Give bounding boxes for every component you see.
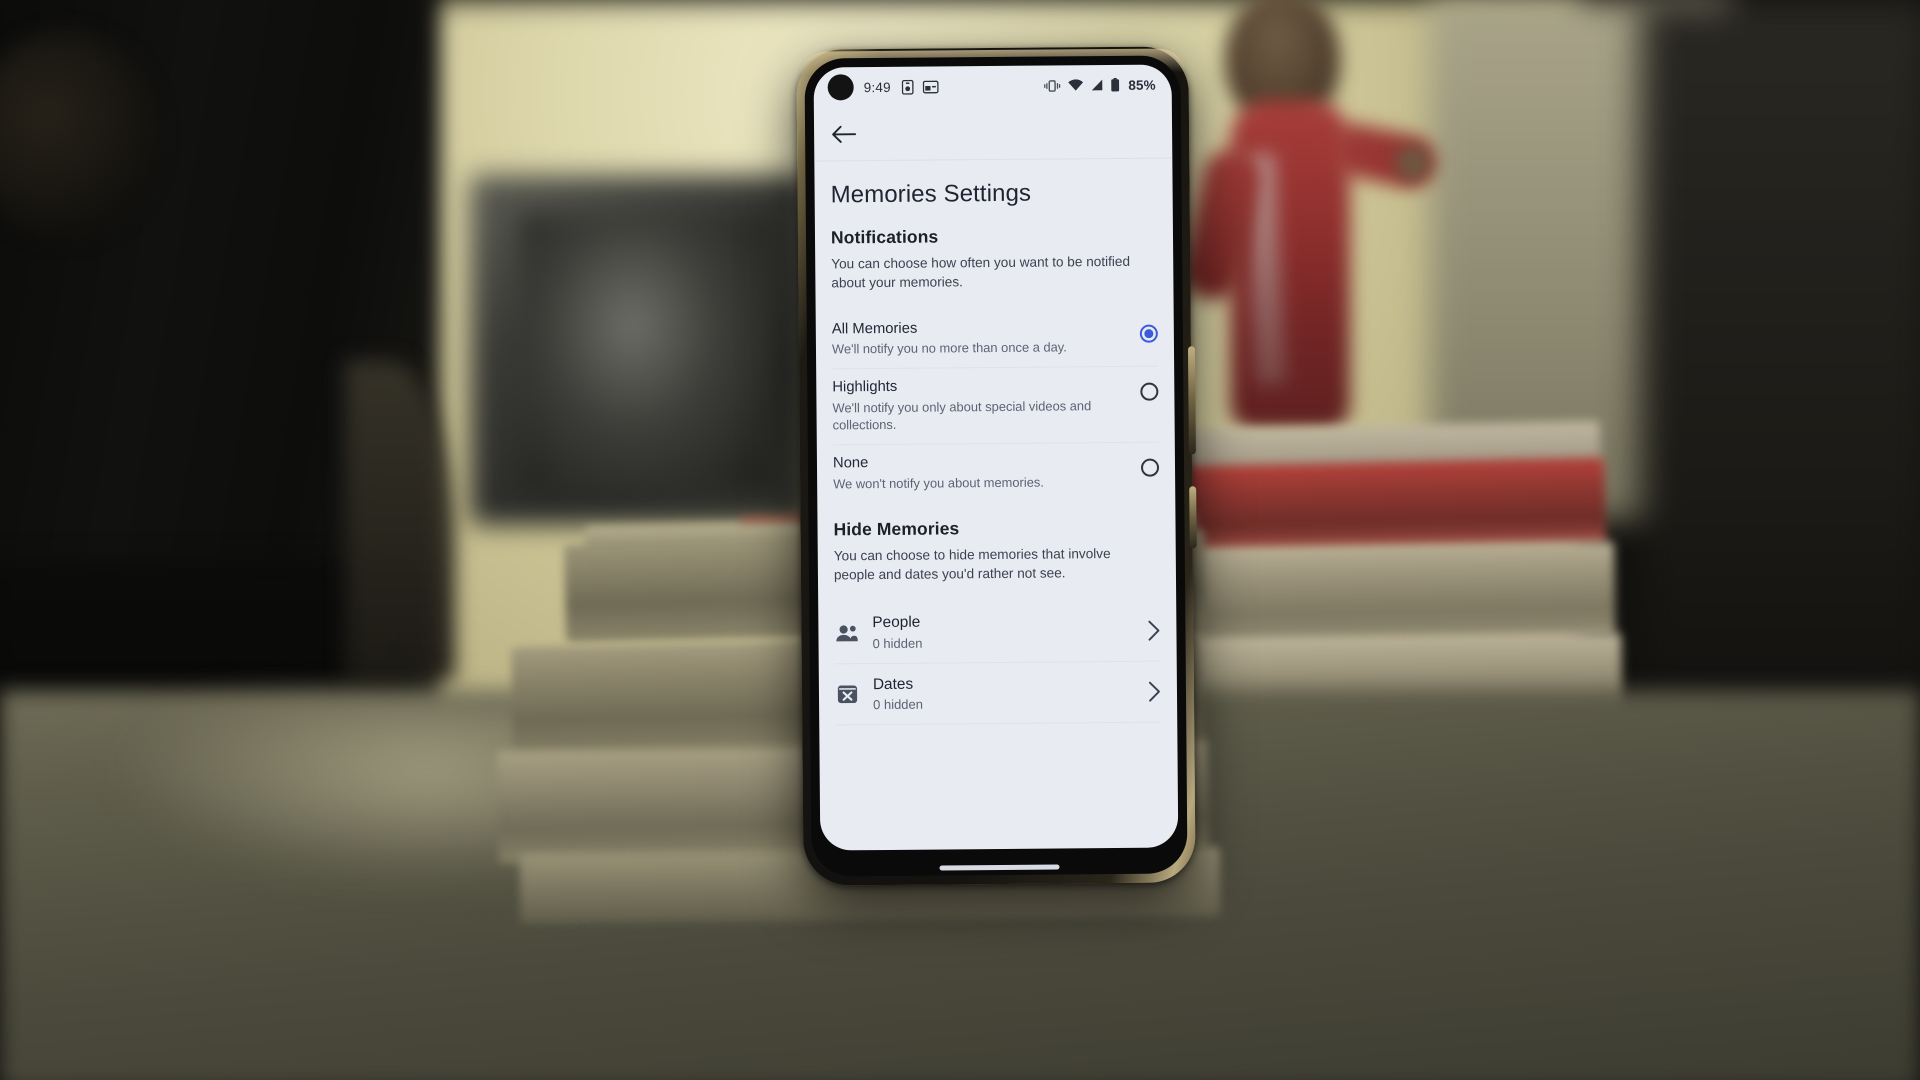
phone-screen: 9:49 85% Memories Settings Notifications…	[813, 64, 1179, 851]
gesture-nav-pill[interactable]	[939, 864, 1060, 871]
status-bar-system-icons: 85%	[1043, 77, 1156, 93]
power-button[interactable]	[1189, 486, 1197, 549]
app-bar	[813, 104, 1173, 162]
smartphone: 9:49 85% Memories Settings Notifications…	[796, 46, 1197, 886]
option-title: All Memories	[831, 320, 918, 338]
front-camera-punch-hole	[827, 74, 854, 101]
media-player-icon	[901, 79, 914, 95]
option-title: Highlights	[832, 379, 898, 396]
list-item-dates[interactable]: Dates 0 hidden	[834, 661, 1162, 726]
battery-icon	[1110, 77, 1119, 92]
list-item-subtitle: 0 hidden	[872, 635, 923, 651]
option-subtitle: We'll notify you only about special vide…	[832, 397, 1092, 433]
hide-memories-description: You can choose to hide memories that inv…	[833, 545, 1111, 583]
people-icon	[834, 624, 858, 642]
notification-options-list: All Memories We'll notify you no more th…	[831, 308, 1160, 503]
settings-content: Memories Settings Notifications You can …	[814, 158, 1177, 726]
dates-blocked-icon	[835, 684, 859, 705]
back-arrow-icon[interactable]	[831, 123, 857, 145]
radio-button-all-memories[interactable]	[1139, 324, 1158, 343]
chevron-right-icon	[1148, 681, 1161, 703]
notifications-heading: Notifications	[830, 226, 939, 248]
list-item-subtitle: 0 hidden	[873, 696, 924, 713]
screenshot-card-icon	[922, 80, 939, 93]
option-title: None	[832, 455, 869, 472]
wall-far-right-dark	[1640, 0, 1920, 700]
option-subtitle: We'll notify you no more than once a day…	[831, 339, 1067, 357]
hide-memories-section: Hide Memories You can choose to hide mem…	[833, 516, 1162, 726]
status-bar-clock: 9:49	[863, 79, 891, 95]
page-title: Memories Settings	[830, 179, 1032, 209]
figurine-hand	[1395, 145, 1431, 181]
wifi-icon	[1067, 79, 1083, 91]
hide-memories-list: People 0 hidden Dates 0 hidden	[834, 599, 1162, 726]
status-bar: 9:49 85%	[814, 64, 1172, 107]
vibrate-icon	[1043, 79, 1060, 92]
chevron-right-icon	[1147, 619, 1160, 641]
radio-option-highlights[interactable]: Highlights We'll notify you only about s…	[832, 366, 1159, 446]
picture-frame-photo	[520, 215, 770, 490]
battery-percentage: 85%	[1128, 77, 1156, 93]
radio-button-highlights[interactable]	[1140, 382, 1159, 401]
hide-memories-heading: Hide Memories	[833, 517, 960, 540]
radio-option-none[interactable]: None We won't notify you about memories.	[832, 443, 1160, 503]
signal-icon	[1090, 79, 1103, 91]
book-right-2	[1174, 541, 1616, 645]
radio-button-none[interactable]	[1140, 458, 1160, 477]
radio-option-all-memories[interactable]: All Memories We'll notify you no more th…	[831, 308, 1159, 370]
notifications-section: Notifications You can choose how often y…	[830, 225, 1160, 504]
option-subtitle: We won't notify you about memories.	[833, 474, 1044, 491]
list-item-title: Dates	[872, 675, 914, 693]
status-bar-notification-icons	[901, 79, 939, 95]
notifications-description: You can choose how often you want to be …	[831, 253, 1131, 291]
volume-button[interactable]	[1187, 346, 1196, 455]
list-item-people[interactable]: People 0 hidden	[834, 599, 1161, 665]
list-item-title: People	[872, 613, 921, 632]
book-right-cover	[1184, 457, 1606, 555]
